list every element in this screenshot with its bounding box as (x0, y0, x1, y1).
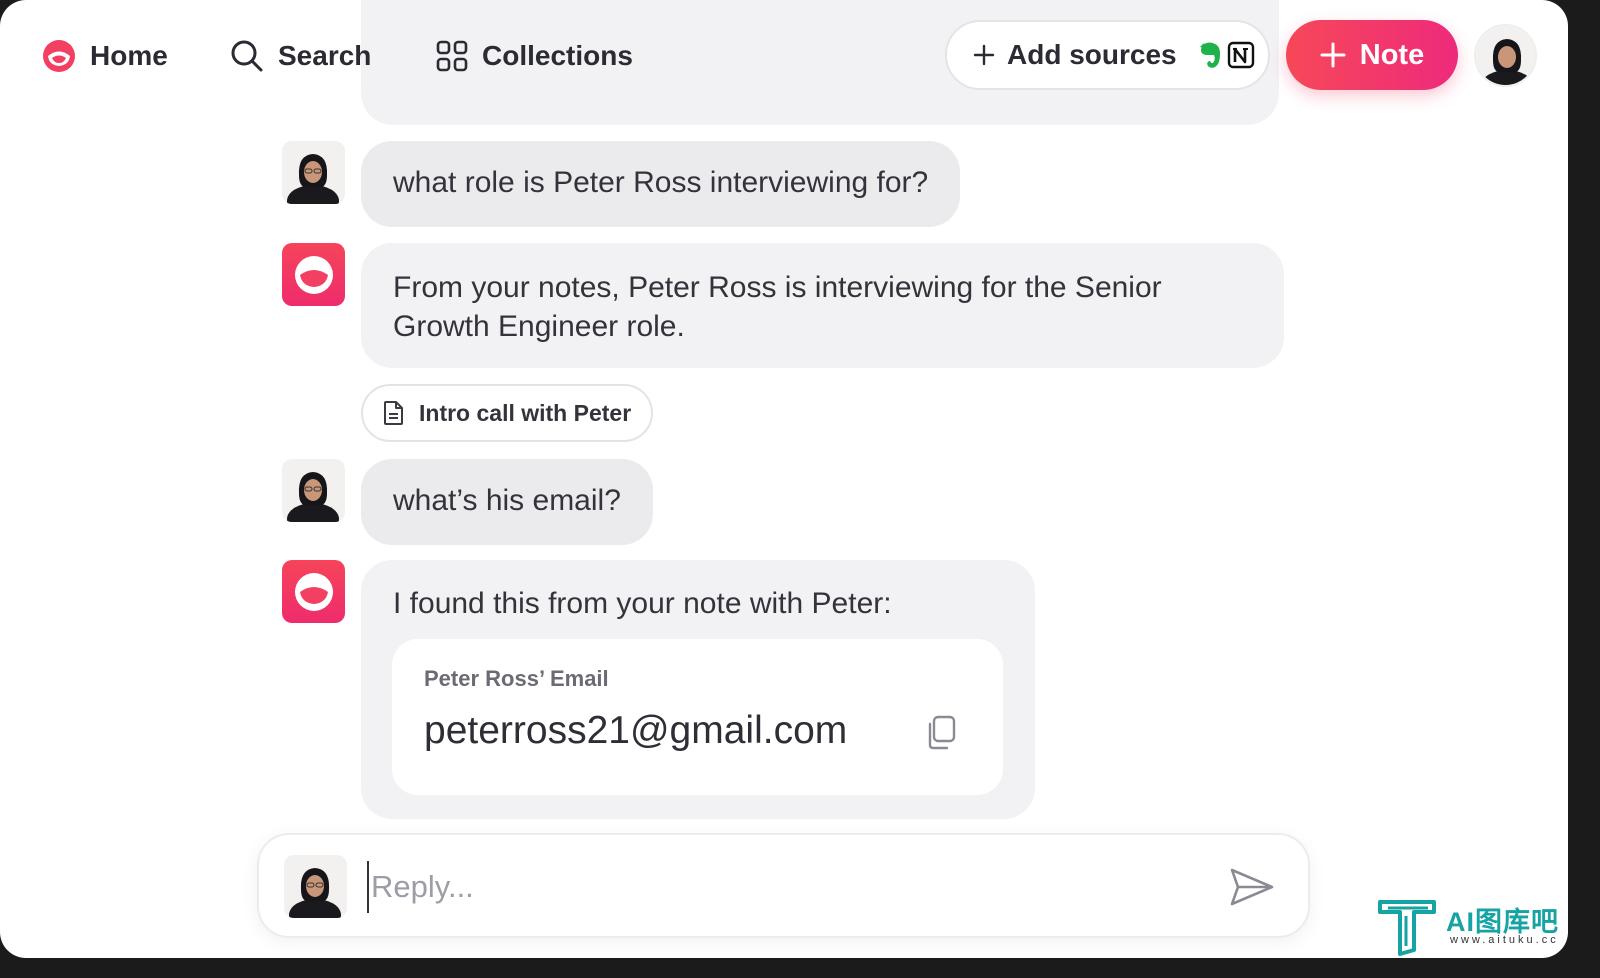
assistant-message-text: I found this from your note with Peter: (393, 587, 892, 620)
source-note-chip[interactable]: Intro call with Peter (361, 384, 654, 442)
nav-collections-label: Collections (482, 40, 633, 71)
search-icon (231, 40, 263, 72)
nav-search-label: Search (278, 40, 372, 71)
source-note-label: Intro call with Peter (419, 399, 632, 426)
nav-search[interactable]: Search (230, 36, 371, 76)
watermark-logo-icon (1378, 900, 1436, 956)
add-sources-label: Add sources (1007, 39, 1177, 70)
evernote-icon (1199, 42, 1220, 68)
email-card-label: Peter Ross’ Email (424, 666, 609, 691)
assistant-avatar (282, 243, 345, 306)
add-sources-button[interactable]: Add sources (945, 20, 1270, 90)
assistant-message-text: From your notes, Peter Ross is interview… (393, 271, 1162, 343)
reply-composer (257, 833, 1310, 938)
nav-collections[interactable]: Collections (436, 36, 633, 76)
reply-input[interactable] (367, 861, 1187, 913)
user-message-text: what role is Peter Ross interviewing for… (393, 166, 929, 199)
copy-email-button[interactable] (925, 715, 959, 751)
app-window: what role is Peter Ross interviewing for… (0, 0, 1568, 958)
grid-icon (436, 40, 468, 72)
top-navigation: Home Search Collections Add sources Note (0, 0, 1568, 110)
send-button[interactable] (1229, 867, 1275, 907)
email-card-value[interactable]: peterross21@gmail.com (424, 709, 847, 753)
plus-icon (1320, 42, 1346, 68)
user-avatar (282, 141, 345, 204)
user-avatar (284, 855, 347, 918)
document-icon (384, 401, 403, 425)
home-logo-icon (43, 40, 75, 72)
new-note-button[interactable]: Note (1286, 20, 1458, 90)
chat-thread: what role is Peter Ross interviewing for… (0, 0, 1568, 958)
assistant-logo-icon (294, 572, 333, 611)
profile-avatar[interactable] (1474, 24, 1537, 87)
nav-home-label: Home (90, 40, 168, 71)
assistant-message-bubble: From your notes, Peter Ross is interview… (361, 243, 1284, 368)
user-message-bubble: what’s his email? (361, 459, 653, 545)
plus-icon (973, 44, 995, 66)
user-message-bubble: what role is Peter Ross interviewing for… (361, 141, 961, 227)
watermark: AI图库吧 www.aituku.cc (1378, 898, 1568, 956)
notion-icon (1227, 41, 1254, 69)
assistant-avatar (282, 560, 345, 623)
user-message-text: what’s his email? (393, 484, 621, 517)
watermark-url: www.aituku.cc (1450, 934, 1559, 946)
nav-home[interactable]: Home (42, 36, 168, 76)
new-note-label: Note (1359, 38, 1425, 71)
assistant-logo-icon (294, 255, 333, 294)
user-avatar (282, 459, 345, 522)
email-result-card: Peter Ross’ Email peterross21@gmail.com (392, 639, 1003, 795)
copy-icon (928, 715, 956, 750)
send-icon (1230, 868, 1274, 906)
